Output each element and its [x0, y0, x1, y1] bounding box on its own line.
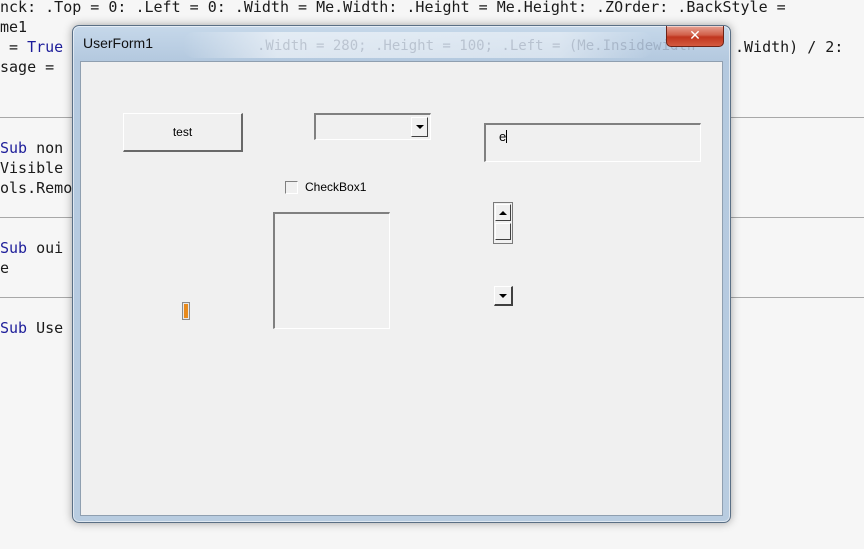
combo-box[interactable] [314, 113, 431, 140]
code-line-7: ols.Remo [0, 179, 73, 197]
chevron-up-icon [499, 210, 507, 215]
checkbox-label: CheckBox1 [305, 180, 367, 194]
code-line-4: sage = [0, 58, 55, 76]
chevron-down-icon [499, 293, 507, 298]
code-line-3: = True [0, 38, 64, 56]
code-line-5: Sub non [0, 139, 64, 157]
code-line-6: Visible = [0, 159, 82, 177]
text-box[interactable]: e [484, 123, 701, 162]
userform-window[interactable]: .Width = 280; .Height = 100; .Left = (Me… [72, 25, 731, 523]
small-orange-control[interactable] [182, 302, 190, 320]
code-line-8: Sub oui [0, 239, 64, 257]
test-button[interactable]: test [123, 113, 243, 152]
code-line-1: nck: .Top = 0: .Left = 0: .Width = Me.Wi… [0, 0, 786, 16]
titlebar-ghost-text: .Width = 280; .Height = 100; .Left = (Me… [257, 38, 696, 54]
code-line-2: me1 [0, 18, 28, 36]
spin-button[interactable] [493, 202, 513, 244]
code-line-9: e [0, 259, 10, 277]
textbox-value: e [499, 129, 507, 144]
checkbox-box[interactable] [285, 180, 298, 194]
close-icon: ✕ [689, 28, 701, 44]
spin-down-button[interactable] [495, 223, 511, 240]
chevron-down-icon [415, 125, 424, 129]
form-client-area: test e CheckBox1 [80, 61, 723, 516]
window-title: UserForm1 [83, 35, 154, 51]
scroll-down-button[interactable] [494, 286, 513, 306]
checkbox1[interactable]: CheckBox1 [285, 179, 366, 195]
test-button-label: test [172, 125, 193, 139]
list-box[interactable] [273, 212, 390, 329]
text-caret [506, 130, 508, 143]
combo-dropdown-button[interactable] [411, 117, 428, 137]
spin-up-button[interactable] [495, 204, 511, 221]
code-line-3-tail: .Width) / 2: [735, 38, 844, 56]
close-button[interactable]: ✕ [666, 26, 724, 47]
code-line-10: Sub Use [0, 319, 64, 337]
